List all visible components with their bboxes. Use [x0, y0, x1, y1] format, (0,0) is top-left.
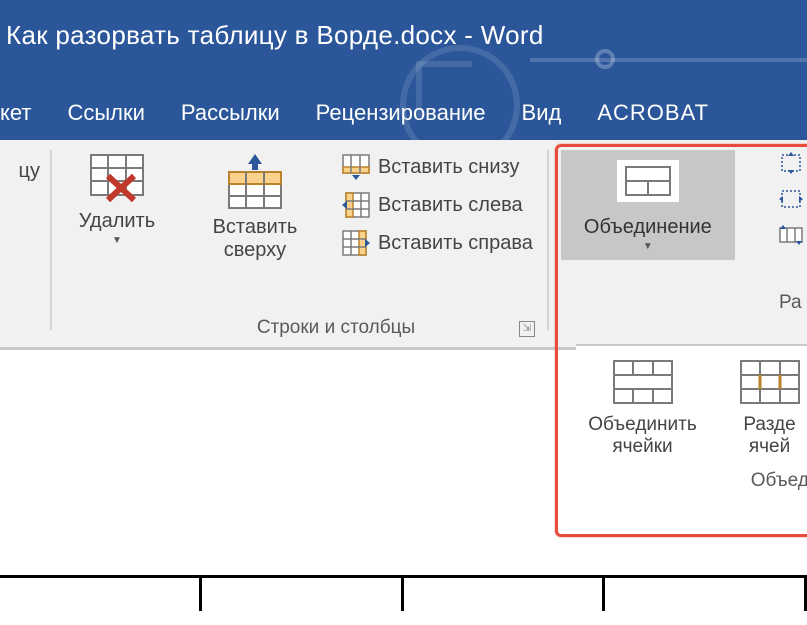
- insert-row-below-icon: [342, 154, 370, 180]
- merge-cells-label: Объединить ячейки: [588, 414, 696, 458]
- height-icon: [779, 152, 803, 174]
- split-cells-button[interactable]: Разде ячей: [709, 360, 807, 458]
- merge-dropdown-button[interactable]: Объединение ▼: [561, 150, 735, 260]
- tab-mailings[interactable]: Рассылки: [175, 92, 286, 134]
- insert-row-above-icon: [228, 154, 282, 210]
- group-separator: [50, 150, 52, 330]
- row-height-control[interactable]: [779, 152, 803, 174]
- delete-button[interactable]: Удалить ▼: [62, 154, 172, 246]
- ribbon: цу Удалить ▼: [0, 140, 807, 350]
- decorative-line: [530, 58, 807, 62]
- merge-group-label-partial: Объедин: [751, 470, 807, 492]
- insert-column-left-icon: [342, 192, 370, 218]
- cell-size-group: Ра: [773, 140, 807, 347]
- table-delete-icon: [90, 154, 144, 204]
- insert-right-label: Вставить справа: [378, 232, 533, 255]
- column-width-control[interactable]: [779, 188, 803, 210]
- rows-columns-group-label: Строки и столбцы: [116, 317, 556, 339]
- dropdown-arrow-icon: ▼: [643, 241, 653, 252]
- split-cells-icon: [740, 360, 800, 404]
- tab-review[interactable]: Рецензирование: [310, 92, 492, 134]
- tab-references[interactable]: Ссылки: [61, 92, 150, 134]
- decorative-dot: [595, 49, 615, 69]
- insert-below-label: Вставить снизу: [378, 156, 520, 179]
- tab-acrobat[interactable]: ACROBAT: [591, 92, 715, 134]
- document-title: Как разорвать таблицу в Ворде.docx - Wor…: [6, 20, 807, 51]
- tab-layout-partial[interactable]: кет: [0, 92, 37, 134]
- delete-label: Удалить: [79, 210, 155, 233]
- tab-view[interactable]: Вид: [516, 92, 568, 134]
- merge-dropdown-panel: Объединить ячейки Разде ячей Объедин: [576, 344, 807, 468]
- ribbon-tabs: кет Ссылки Рассылки Рецензирование Вид A…: [0, 92, 807, 134]
- group-separator: [547, 150, 549, 330]
- merge-cells-button[interactable]: Объединить ячейки: [582, 360, 703, 458]
- insert-left-label: Вставить слева: [378, 194, 523, 217]
- autofit-control[interactable]: [779, 224, 803, 246]
- merge-cells-icon: [625, 166, 671, 196]
- title-bar: Как разорвать таблицу в Ворде.docx - Wor…: [0, 0, 807, 140]
- split-cells-label-partial: Разде ячей: [743, 414, 795, 458]
- insert-above-button[interactable]: Вставить сверху: [190, 154, 320, 262]
- merge-cells-large-icon: [613, 360, 673, 404]
- insert-right-button[interactable]: Вставить справа: [342, 230, 533, 256]
- insert-column-right-icon: [342, 230, 370, 256]
- autofit-icon: [779, 224, 803, 246]
- insert-above-label: Вставить сверху: [213, 216, 298, 262]
- dropdown-arrow-icon: ▼: [112, 235, 122, 246]
- merge-dropdown-label: Объединение: [584, 216, 712, 239]
- insert-left-button[interactable]: Вставить слева: [342, 192, 533, 218]
- dialog-launcher-icon[interactable]: ⇲: [519, 321, 535, 337]
- insert-below-button[interactable]: Вставить снизу: [342, 154, 533, 180]
- size-group-label-partial: Ра: [779, 292, 803, 314]
- clipped-button-label: цу: [19, 160, 40, 183]
- document-area: [0, 573, 807, 625]
- merge-group: Объединение ▼: [553, 140, 773, 347]
- width-icon: [779, 188, 803, 210]
- document-table-row[interactable]: [0, 575, 807, 611]
- clipped-button[interactable]: цу: [0, 154, 40, 183]
